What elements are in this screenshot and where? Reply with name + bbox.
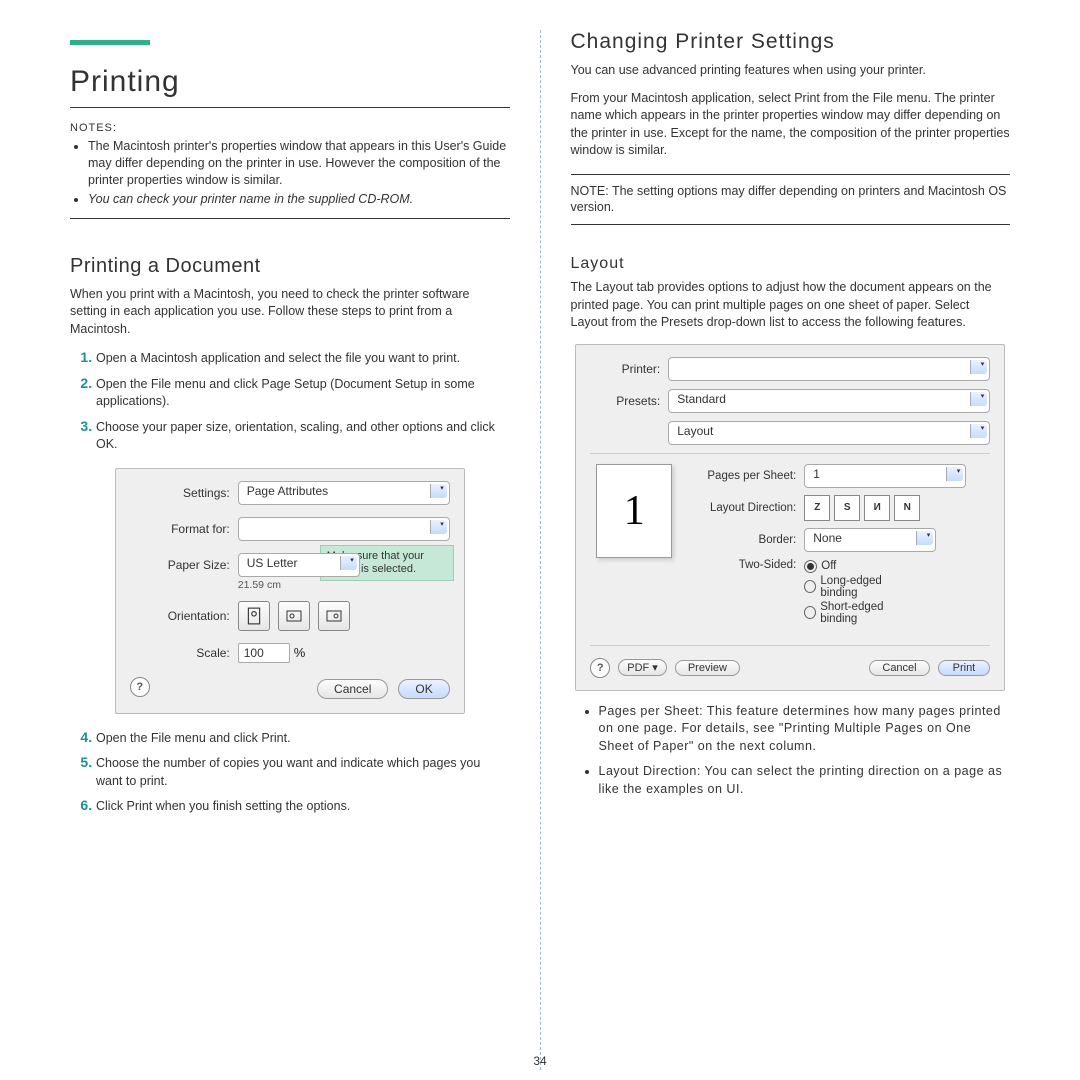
orientation-landscape-left-button[interactable] [278, 601, 310, 631]
two-sided-short[interactable]: Short-edged binding [804, 600, 914, 626]
pages-per-sheet-select[interactable]: 1 [804, 464, 966, 488]
cancel-button[interactable]: Cancel [869, 660, 929, 676]
step-item: Choose your paper size, orientation, sca… [96, 417, 510, 454]
help-button[interactable]: ? [130, 677, 150, 697]
preview-button[interactable]: Preview [675, 660, 740, 676]
direction-button-4[interactable]: N [894, 495, 920, 521]
format-for-select[interactable] [238, 517, 450, 541]
orientation-label: Orientation: [130, 609, 238, 623]
cancel-button[interactable]: Cancel [317, 679, 388, 699]
step-item: Choose the number of copies you want and… [96, 753, 510, 790]
right-p1: You can use advanced printing features w… [571, 62, 1011, 80]
layout-dialog: Printer: Presets: Standard Layout 1 [575, 344, 1005, 691]
two-sided-group: Off Long-edged binding Short-edged bindi… [804, 559, 914, 626]
step-item: Open the File menu and click Page Setup … [96, 374, 510, 411]
portrait-icon [246, 607, 262, 625]
two-sided-label: Two-Sided: [686, 559, 804, 571]
format-for-label: Format for: [130, 522, 238, 536]
steps-list-top: Open a Macintosh application and select … [70, 348, 510, 454]
layout-direction-group: Z S И N [804, 495, 920, 521]
print-button[interactable]: Print [938, 660, 991, 676]
printer-label: Printer: [590, 362, 668, 376]
notes-label: NOTES: [70, 122, 510, 134]
paper-size-select[interactable]: US Letter [238, 553, 360, 577]
main-title: Printing [70, 65, 510, 99]
radio-icon [804, 606, 816, 619]
layout-intro: The Layout tab provides options to adjus… [571, 279, 1011, 332]
step-item: Open the File menu and click Print. [96, 728, 510, 748]
settings-select[interactable]: Page Attributes [238, 481, 450, 505]
note-item: The Macintosh printer's properties windo… [88, 138, 510, 189]
right-title: Changing Printer Settings [571, 30, 1011, 54]
direction-button-1[interactable]: Z [804, 495, 830, 521]
scale-unit: % [294, 645, 306, 660]
step-item: Open a Macintosh application and select … [96, 348, 510, 368]
panel-select[interactable]: Layout [668, 421, 990, 445]
notes-list: The Macintosh printer's properties windo… [70, 138, 510, 208]
bullet-item: Pages per Sheet: This feature determines… [599, 703, 1011, 756]
bullet-item: Layout Direction: You can select the pri… [599, 763, 1011, 798]
page-number: 34 [533, 1054, 546, 1068]
landscape-left-icon [286, 607, 302, 625]
paper-size-label: Paper Size: [130, 558, 238, 572]
radio-icon [804, 560, 817, 573]
two-sided-long[interactable]: Long-edged binding [804, 574, 914, 600]
presets-select[interactable]: Standard [668, 389, 990, 413]
scale-input[interactable]: 100 [238, 643, 290, 663]
layout-preview: 1 [596, 464, 672, 558]
pages-per-sheet-label: Pages per Sheet: [686, 470, 804, 482]
page-setup-dialog: Settings: Page Attributes Format for: Ma… [115, 468, 465, 714]
step-item: Click Print when you finish setting the … [96, 796, 510, 816]
printer-select[interactable] [668, 357, 990, 381]
landscape-right-icon [326, 607, 342, 625]
border-select[interactable]: None [804, 528, 936, 552]
radio-icon [804, 580, 816, 593]
section-heading: Printing a Document [70, 255, 510, 278]
orientation-portrait-button[interactable] [238, 601, 270, 631]
layout-heading: Layout [571, 255, 1011, 273]
help-button[interactable]: ? [590, 658, 610, 678]
pdf-menu-button[interactable]: PDF ▾ [618, 659, 667, 676]
section-intro: When you print with a Macintosh, you nee… [70, 286, 510, 339]
two-sided-off[interactable]: Off [804, 559, 914, 574]
layout-bullets: Pages per Sheet: This feature determines… [571, 703, 1011, 799]
direction-button-2[interactable]: S [834, 495, 860, 521]
direction-button-3[interactable]: И [864, 495, 890, 521]
note-box: NOTE: The setting options may differ dep… [571, 174, 1011, 226]
preview-digit: 1 [624, 487, 645, 535]
orientation-landscape-right-button[interactable] [318, 601, 350, 631]
accent-bar [70, 40, 150, 45]
ok-button[interactable]: OK [398, 679, 449, 699]
note-item-green: You can check your printer name in the s… [88, 191, 510, 208]
settings-label: Settings: [130, 486, 238, 500]
right-p2: From your Macintosh application, select … [571, 90, 1011, 160]
orientation-group [238, 601, 350, 631]
notes-rule [70, 218, 510, 219]
layout-direction-label: Layout Direction: [686, 502, 804, 514]
border-label: Border: [686, 534, 804, 546]
steps-list-bottom: Open the File menu and click Print. Choo… [70, 728, 510, 816]
presets-label: Presets: [590, 394, 668, 408]
title-rule [70, 107, 510, 108]
scale-label: Scale: [130, 646, 238, 660]
